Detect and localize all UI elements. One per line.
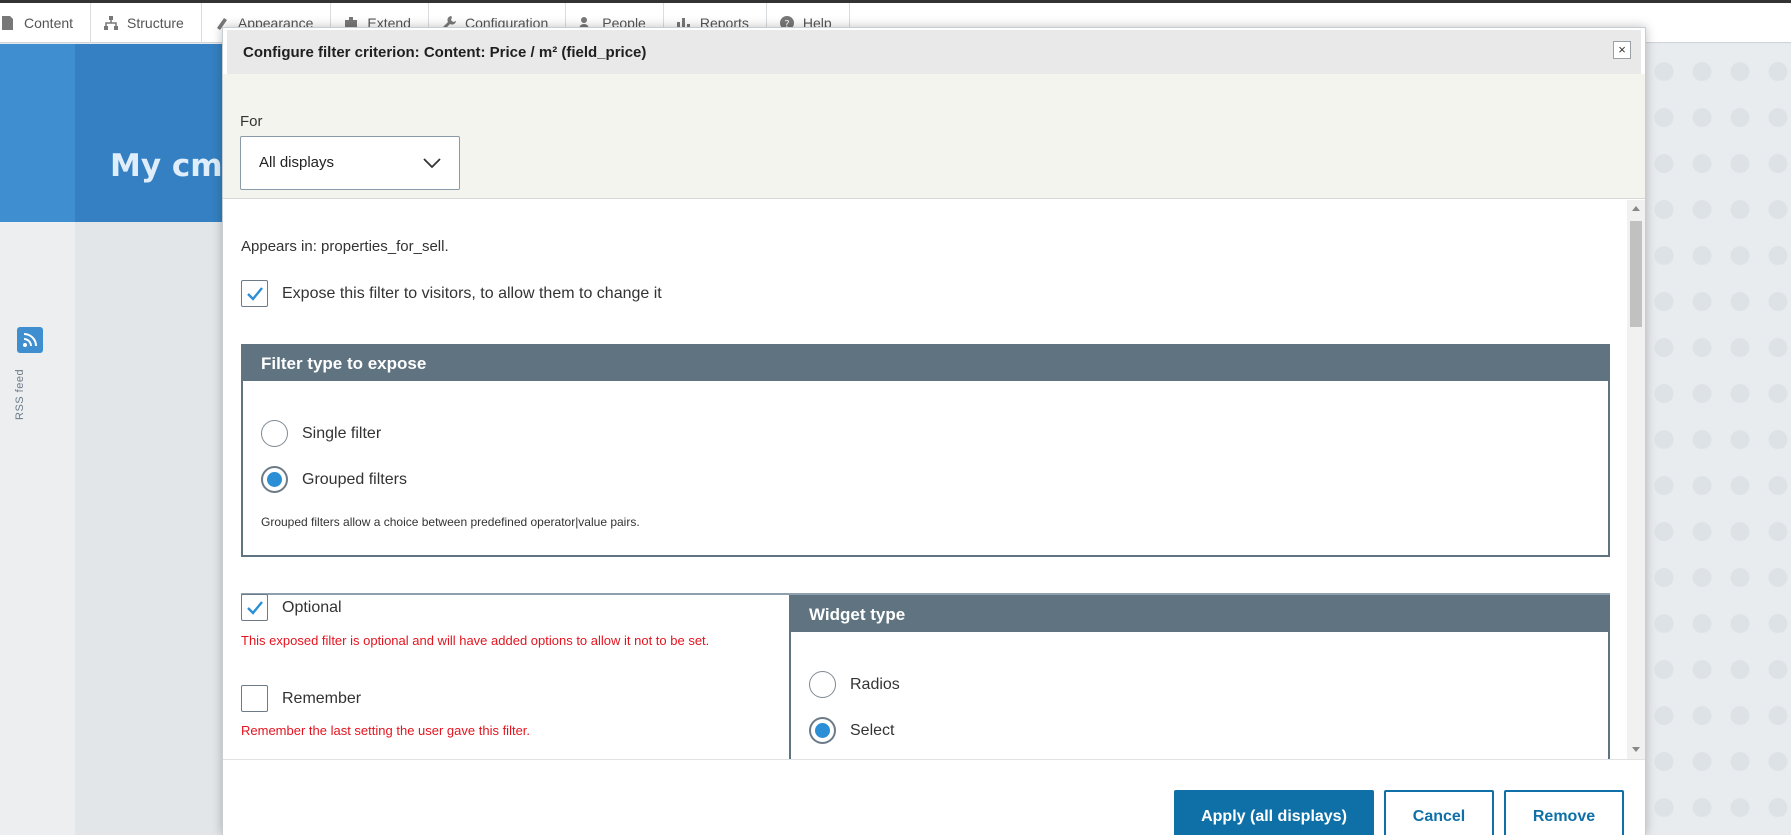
widget-type-legend: Widget type (791, 597, 1608, 632)
toolbar-item-label: Content (24, 14, 74, 31)
structure-icon (104, 15, 119, 30)
single-filter-label: Single filter (302, 424, 382, 442)
grouped-filters-option[interactable]: Grouped filters (261, 466, 407, 493)
background-drop-pattern (1645, 44, 1791, 835)
appears-in-text: Appears in: properties_for_sell. (241, 238, 449, 255)
dialog-title: Configure filter criterion: Content: Pri… (243, 44, 647, 61)
single-filter-radio[interactable] (261, 420, 288, 447)
widget-type-fieldset: Widget type Radios Select (789, 595, 1610, 759)
checkmark-icon (247, 601, 263, 615)
vertical-scrollbar[interactable] (1627, 200, 1645, 759)
toolbar-item-content[interactable]: Content (0, 2, 92, 43)
optional-row[interactable]: Optional (241, 594, 342, 621)
background-header-inner (75, 44, 225, 222)
radios-label: Radios (850, 675, 900, 693)
optional-label: Optional (282, 598, 342, 616)
rss-feed-label[interactable]: RSS feed (14, 369, 26, 420)
rss-feed-icon[interactable] (17, 327, 43, 353)
grouped-filters-radio[interactable] (261, 466, 288, 493)
scroll-down-arrow-icon[interactable] (1632, 747, 1640, 752)
dialog-titlebar: Configure filter criterion: Content: Pri… (227, 30, 1641, 74)
toolbar-item-structure[interactable]: Structure (91, 2, 202, 43)
optional-checkbox[interactable] (241, 594, 268, 621)
toolbar-item-label: Structure (127, 14, 184, 31)
expose-filter-row[interactable]: Expose this filter to visitors, to allow… (241, 280, 662, 307)
dialog-scroll-area[interactable]: Appears in: properties_for_sell. Expose … (223, 200, 1645, 759)
select-radio[interactable] (809, 717, 836, 744)
remember-checkbox[interactable] (241, 685, 268, 712)
expose-filter-checkbox[interactable] (241, 280, 268, 307)
select-option[interactable]: Select (809, 717, 894, 744)
filter-type-fieldset: Filter type to expose Single filter Grou… (241, 344, 1610, 557)
remember-row[interactable]: Remember (241, 685, 361, 712)
cancel-button[interactable]: Cancel (1384, 790, 1494, 835)
remember-label: Remember (282, 689, 362, 707)
close-icon[interactable]: × (1613, 41, 1631, 59)
radios-radio[interactable] (809, 671, 836, 698)
chevron-down-icon (423, 158, 441, 169)
for-select-value: All displays (259, 154, 335, 171)
scroll-up-arrow-icon[interactable] (1632, 206, 1640, 211)
remove-button[interactable]: Remove (1504, 790, 1624, 835)
dialog-footer: Apply (all displays) Cancel Remove (223, 759, 1645, 835)
select-label: Select (850, 721, 895, 739)
single-filter-option[interactable]: Single filter (261, 420, 381, 447)
for-label: For (240, 113, 263, 130)
filter-criterion-dialog: Configure filter criterion: Content: Pri… (222, 27, 1646, 835)
checkmark-icon (247, 287, 263, 301)
for-display-select[interactable]: All displays (240, 136, 460, 190)
optional-description: This exposed filter is optional and will… (241, 633, 710, 648)
remember-description: Remember the last setting the user gave … (241, 723, 531, 738)
filter-type-legend: Filter type to expose (243, 346, 1608, 381)
radios-option[interactable]: Radios (809, 671, 900, 698)
display-override-section: For All displays (223, 74, 1645, 199)
apply-button[interactable]: Apply (all displays) (1174, 790, 1374, 835)
content-icon (2, 15, 13, 30)
grouped-filters-label: Grouped filters (302, 470, 407, 488)
scrollbar-thumb[interactable] (1630, 221, 1642, 327)
grouped-filters-description: Grouped filters allow a choice between p… (261, 515, 640, 529)
expose-filter-label: Expose this filter to visitors, to allow… (282, 284, 662, 302)
